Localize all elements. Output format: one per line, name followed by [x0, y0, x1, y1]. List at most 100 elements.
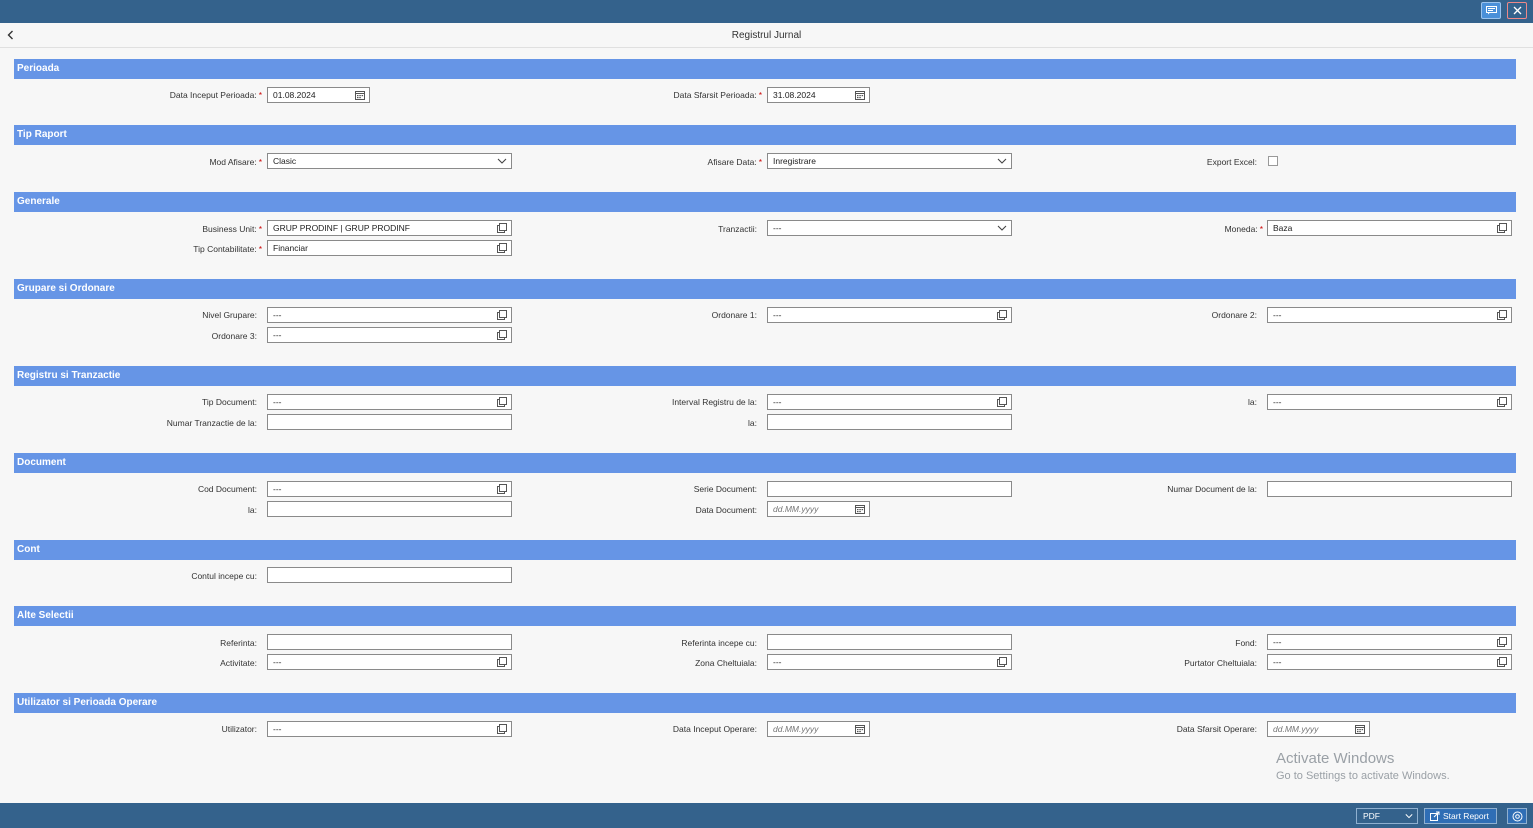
business-unit-field[interactable]: GRUP PRODINF | GRUP PRODINF	[267, 220, 512, 236]
calendar-icon[interactable]	[1355, 724, 1365, 734]
data-document-field[interactable]: dd.MM.yyyy	[767, 501, 870, 517]
data-inceput-perioada-label: Data Inceput Perioada: *	[169, 90, 262, 100]
zona-cheltuiala-label: Zona Cheltuiala:	[695, 658, 757, 668]
start-report-button[interactable]: Start Report	[1424, 808, 1497, 824]
activate-windows-watermark: Activate Windows	[1276, 750, 1395, 767]
la-cod-label: la:	[248, 505, 257, 515]
data-sfarsit-perioada-field[interactable]: 31.08.2024	[767, 87, 870, 103]
numar-tranzactie-field[interactable]	[267, 414, 512, 430]
tip-contabilitate-label: Tip Contabilitate: *	[193, 244, 262, 254]
calendar-icon[interactable]	[355, 90, 365, 100]
interval-registru-field[interactable]: ---	[767, 394, 1012, 410]
tip-document-field[interactable]: ---	[267, 394, 512, 410]
open-lookup-icon[interactable]	[497, 330, 507, 340]
close-icon	[1513, 6, 1521, 15]
open-lookup-icon[interactable]	[497, 657, 507, 667]
numar-tranzactie-label: Numar Tranzactie de la:	[166, 418, 257, 428]
chevron-down-icon	[1405, 814, 1413, 819]
serie-document-field[interactable]	[767, 481, 1012, 497]
cod-document-field[interactable]: ---	[267, 481, 512, 497]
la-tranzactie-label: la:	[748, 418, 757, 428]
calendar-icon[interactable]	[855, 90, 865, 100]
ordonare1-field[interactable]: ---	[767, 307, 1012, 323]
moneda-label: Moneda: *	[1224, 224, 1263, 234]
data-inceput-perioada-field[interactable]: 01.08.2024	[267, 87, 370, 103]
calendar-icon[interactable]	[855, 724, 865, 734]
la-cod-field[interactable]	[267, 501, 512, 517]
business-unit-label: Business Unit: *	[202, 224, 262, 234]
la-tranzactie-field[interactable]	[767, 414, 1012, 430]
cod-document-label: Cod Document:	[197, 484, 257, 494]
contul-incepe-field[interactable]	[267, 567, 512, 583]
fond-label: Fond:	[1235, 638, 1257, 648]
open-lookup-icon[interactable]	[1497, 397, 1507, 407]
section-tip-raport: Tip Raport	[14, 125, 1516, 145]
chevron-down-icon	[997, 158, 1007, 164]
section-cont: Cont	[14, 540, 1516, 560]
moneda-field[interactable]: Baza	[1267, 220, 1512, 236]
data-sfarsit-operare-label: Data Sfarsit Operare:	[1176, 724, 1257, 734]
section-registru: Registru si Tranzactie	[14, 366, 1516, 386]
section-perioada: Perioada	[14, 59, 1516, 79]
ordonare3-field[interactable]: ---	[267, 327, 512, 343]
export-icon	[1430, 811, 1440, 821]
data-inceput-operare-label: Data Inceput Operare:	[672, 724, 757, 734]
export-excel-label: Export Excel:	[1206, 157, 1257, 167]
referinta-incepe-field[interactable]	[767, 634, 1012, 650]
format-select[interactable]: PDF	[1356, 808, 1418, 824]
data-inceput-operare-field[interactable]: dd.MM.yyyy	[767, 721, 870, 737]
open-lookup-icon[interactable]	[997, 657, 1007, 667]
zona-cheltuiala-field[interactable]: ---	[767, 654, 1012, 670]
export-excel-checkbox[interactable]	[1268, 156, 1278, 166]
open-lookup-icon[interactable]	[1497, 657, 1507, 667]
data-document-label: Data Document:	[695, 505, 757, 515]
section-utilizator: Utilizator si Perioada Operare	[14, 693, 1516, 713]
nivel-grupare-field[interactable]: ---	[267, 307, 512, 323]
mod-afisare-label: Mod Afisare: *	[209, 157, 262, 167]
open-lookup-icon[interactable]	[497, 484, 507, 494]
fond-field[interactable]: ---	[1267, 634, 1512, 650]
referinta-label: Referinta:	[220, 638, 257, 648]
calendar-icon[interactable]	[855, 504, 865, 514]
chat-icon	[1485, 6, 1497, 15]
open-lookup-icon[interactable]	[997, 397, 1007, 407]
utilizator-label: Utilizator:	[221, 724, 257, 734]
section-alte-selectii: Alte Selectii	[14, 606, 1516, 626]
utilizator-field[interactable]: ---	[267, 721, 512, 737]
open-lookup-icon[interactable]	[1497, 637, 1507, 647]
open-lookup-icon[interactable]	[497, 724, 507, 734]
open-lookup-icon[interactable]	[497, 310, 507, 320]
activitate-label: Activitate:	[220, 658, 257, 668]
chat-button[interactable]	[1481, 2, 1501, 19]
open-lookup-icon[interactable]	[497, 397, 507, 407]
data-sfarsit-perioada-label: Data Sfarsit Perioada: *	[673, 90, 762, 100]
afisare-data-label: Afisare Data: *	[707, 157, 762, 167]
purtator-cheltuiala-field[interactable]: ---	[1267, 654, 1512, 670]
mod-afisare-select[interactable]: Clasic	[267, 153, 512, 169]
tip-contabilitate-field[interactable]: Financiar	[267, 240, 512, 256]
help-button[interactable]	[1507, 808, 1527, 824]
afisare-data-select[interactable]: Inregistrare	[767, 153, 1012, 169]
open-lookup-icon[interactable]	[497, 243, 507, 253]
interval-registru-label: Interval Registru de la:	[671, 397, 757, 407]
open-lookup-icon[interactable]	[497, 223, 507, 233]
section-grupare: Grupare si Ordonare	[14, 279, 1516, 299]
open-lookup-icon[interactable]	[1497, 310, 1507, 320]
la-registru-field[interactable]: ---	[1267, 394, 1512, 410]
referinta-field[interactable]	[267, 634, 512, 650]
data-sfarsit-operare-field[interactable]: dd.MM.yyyy	[1267, 721, 1370, 737]
close-button[interactable]	[1507, 2, 1527, 19]
ordonare3-label: Ordonare 3:	[211, 331, 257, 341]
top-bar	[0, 0, 1533, 23]
tranzactii-select[interactable]: ---	[767, 220, 1012, 236]
chevron-down-icon	[997, 225, 1007, 231]
ordonare2-field[interactable]: ---	[1267, 307, 1512, 323]
activate-windows-hint: Go to Settings to activate Windows.	[1276, 770, 1450, 782]
page-title: Registrul Jurnal	[731, 30, 802, 41]
open-lookup-icon[interactable]	[1497, 223, 1507, 233]
open-lookup-icon[interactable]	[997, 310, 1007, 320]
chevron-down-icon	[497, 158, 507, 164]
ordonare2-label: Ordonare 2:	[1211, 310, 1257, 320]
activitate-field[interactable]: ---	[267, 654, 512, 670]
numar-document-field[interactable]	[1267, 481, 1512, 497]
